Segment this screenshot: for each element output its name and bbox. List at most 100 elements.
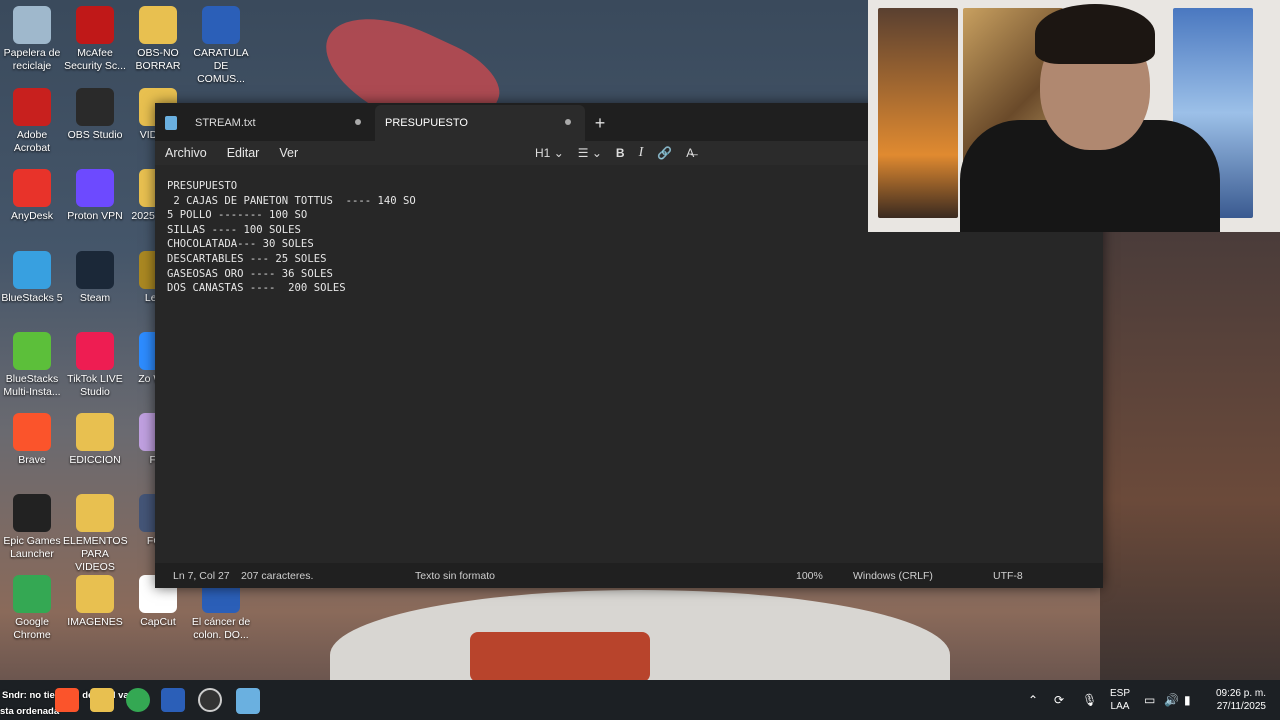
- brave-icon: [13, 413, 51, 451]
- desktop-icon-label: BlueStacks 5: [1, 292, 63, 304]
- new-tab-button[interactable]: +: [585, 105, 615, 141]
- desktop-icon-label: ELEMENTOS PARA VIDEOS: [63, 535, 128, 573]
- wallpaper-character-badge: [470, 632, 650, 682]
- desktop-icon-label: TikTok LIVE Studio: [67, 373, 123, 398]
- desktop-icon[interactable]: OBS-NO BORRAR: [126, 6, 190, 73]
- desktop-icon[interactable]: EDICCION: [63, 413, 127, 467]
- italic-button[interactable]: I: [639, 145, 644, 161]
- word-icon: [202, 6, 240, 44]
- chevron-down-icon: ⌄: [591, 146, 602, 160]
- desktop-icon-label: EDICCION: [69, 454, 121, 466]
- menu-editar[interactable]: Editar: [217, 146, 270, 160]
- desktop-icon-label: McAfee Security Sc...: [64, 47, 126, 72]
- chrome-icon: [13, 575, 51, 613]
- epic-icon: [13, 494, 51, 532]
- language-indicator[interactable]: ESP LAA: [1110, 680, 1130, 720]
- desktop-icon[interactable]: CARATULA DE COMUS...: [189, 6, 253, 86]
- desktop-icon-label: Google Chrome: [13, 616, 51, 641]
- menu-archivo[interactable]: Archivo: [155, 146, 217, 160]
- desktop-icon-label: IMAGENES: [67, 616, 123, 628]
- battery-icon[interactable]: ▮: [1184, 680, 1191, 720]
- bluestacks-icon: [13, 251, 51, 289]
- desktop-icon-label: CARATULA DE COMUS...: [193, 47, 249, 85]
- clear-format-icon[interactable]: A̶: [686, 146, 694, 160]
- menu-ver[interactable]: Ver: [269, 146, 308, 160]
- desktop-icon-label: El cáncer de colon. DO...: [191, 616, 251, 641]
- obs-taskbar-icon[interactable]: [198, 688, 222, 712]
- desktop-icon[interactable]: IMAGENES: [63, 575, 127, 629]
- bluestacks-multi-icon: [13, 332, 51, 370]
- wallpaper-right-area: [1100, 230, 1280, 680]
- tab-label: PRESUPUESTO: [385, 117, 468, 129]
- cursor-position: Ln 7, Col 27: [173, 570, 230, 582]
- folder-icon: [76, 494, 114, 532]
- acrobat-icon: [13, 88, 51, 126]
- desktop-icon[interactable]: AnyDesk: [0, 169, 64, 223]
- chevron-up-icon[interactable]: ⌃: [1028, 680, 1038, 720]
- tab-presupuesto[interactable]: PRESUPUESTO: [375, 105, 585, 141]
- char-count: 207 caracteres.: [241, 570, 314, 582]
- explorer-taskbar-icon[interactable]: [90, 688, 114, 712]
- desktop-icon-label: BlueStacks Multi-Insta...: [3, 373, 61, 398]
- tab-stream[interactable]: STREAM.txt: [155, 105, 375, 141]
- chat-overlay-line2: sta ordenada: [0, 706, 60, 717]
- desktop-icon-label: OBS-NO BORRAR: [135, 47, 181, 72]
- sync-icon[interactable]: ⟳: [1054, 680, 1064, 720]
- desktop-icon[interactable]: Epic Games Launcher: [0, 494, 64, 561]
- network-icon[interactable]: ▭: [1144, 680, 1155, 720]
- desktop-icon[interactable]: Papelera de reciclaje: [0, 6, 64, 73]
- zoom-level[interactable]: 100%: [796, 570, 823, 582]
- link-icon[interactable]: 🔗: [657, 146, 672, 160]
- desktop-icon[interactable]: TikTok LIVE Studio: [63, 332, 127, 399]
- list-dropdown[interactable]: ☰ ⌄: [578, 146, 602, 160]
- chrome-taskbar-icon[interactable]: [126, 688, 150, 712]
- desktop-icon-label: Steam: [79, 292, 111, 304]
- folder-icon: [76, 575, 114, 613]
- steam-icon: [76, 251, 114, 289]
- status-bar: Ln 7, Col 27 207 caracteres. Texto sin f…: [155, 563, 1103, 588]
- list-icon: ☰: [577, 146, 589, 160]
- tab-label: STREAM.txt: [195, 117, 256, 129]
- heading-label: H1: [535, 146, 551, 160]
- obs-icon: [76, 88, 114, 126]
- encoding[interactable]: UTF-8: [993, 570, 1023, 582]
- desktop-icon[interactable]: Brave: [0, 413, 64, 467]
- microphone-icon[interactable]: 🎙: [1082, 680, 1097, 720]
- desktop-icon-label: Brave: [18, 454, 46, 466]
- tiktok-icon: [76, 332, 114, 370]
- brave-taskbar-icon[interactable]: [55, 688, 79, 712]
- notepad-taskbar-icon[interactable]: [236, 688, 260, 712]
- unsaved-dot-icon: [355, 119, 361, 125]
- desktop-icon-label: Papelera de reciclaje: [3, 47, 61, 72]
- bold-button[interactable]: B: [616, 146, 625, 160]
- format-toolbar: H1 ⌄ ☰ ⌄ B I 🔗 A̶: [535, 141, 694, 165]
- desktop-icon[interactable]: Google Chrome: [0, 575, 64, 642]
- line-ending[interactable]: Windows (CRLF): [853, 570, 933, 582]
- desktop-icon-label: AnyDesk: [10, 210, 53, 222]
- desktop-icon[interactable]: Adobe Acrobat: [0, 88, 64, 155]
- desktop-icon[interactable]: BlueStacks 5: [0, 251, 64, 305]
- notepad-icon: [165, 116, 177, 130]
- word-taskbar-icon[interactable]: [161, 688, 185, 712]
- anydesk-icon: [13, 169, 51, 207]
- desktop-icon[interactable]: BlueStacks Multi-Insta...: [0, 332, 64, 399]
- desktop-icon[interactable]: OBS Studio: [63, 88, 127, 142]
- poster-anime: [878, 8, 958, 218]
- desktop-icon[interactable]: Proton VPN: [63, 169, 127, 223]
- heading-dropdown[interactable]: H1 ⌄: [535, 146, 564, 160]
- clock-time: 09:26 p. m.: [1215, 688, 1266, 699]
- streamer-hair: [1035, 4, 1155, 64]
- desktop-icon-label: Adobe Acrobat: [13, 129, 51, 154]
- mcafee-icon: [76, 6, 114, 44]
- keyboard-layout: LAA: [1110, 701, 1130, 712]
- folder-icon: [139, 6, 177, 44]
- volume-icon[interactable]: 🔊: [1164, 680, 1179, 720]
- taskbar: Sndr: no tienes q decir el valor sta ord…: [0, 680, 1280, 720]
- clock-date: 27/11/2025: [1216, 701, 1266, 712]
- clock[interactable]: 09:26 p. m. 27/11/2025: [1208, 680, 1266, 720]
- protonvpn-icon: [76, 169, 114, 207]
- desktop-icon[interactable]: Steam: [63, 251, 127, 305]
- desktop-icon[interactable]: ELEMENTOS PARA VIDEOS: [63, 494, 128, 574]
- desktop-icon[interactable]: McAfee Security Sc...: [63, 6, 127, 73]
- text-format: Texto sin formato: [415, 570, 495, 582]
